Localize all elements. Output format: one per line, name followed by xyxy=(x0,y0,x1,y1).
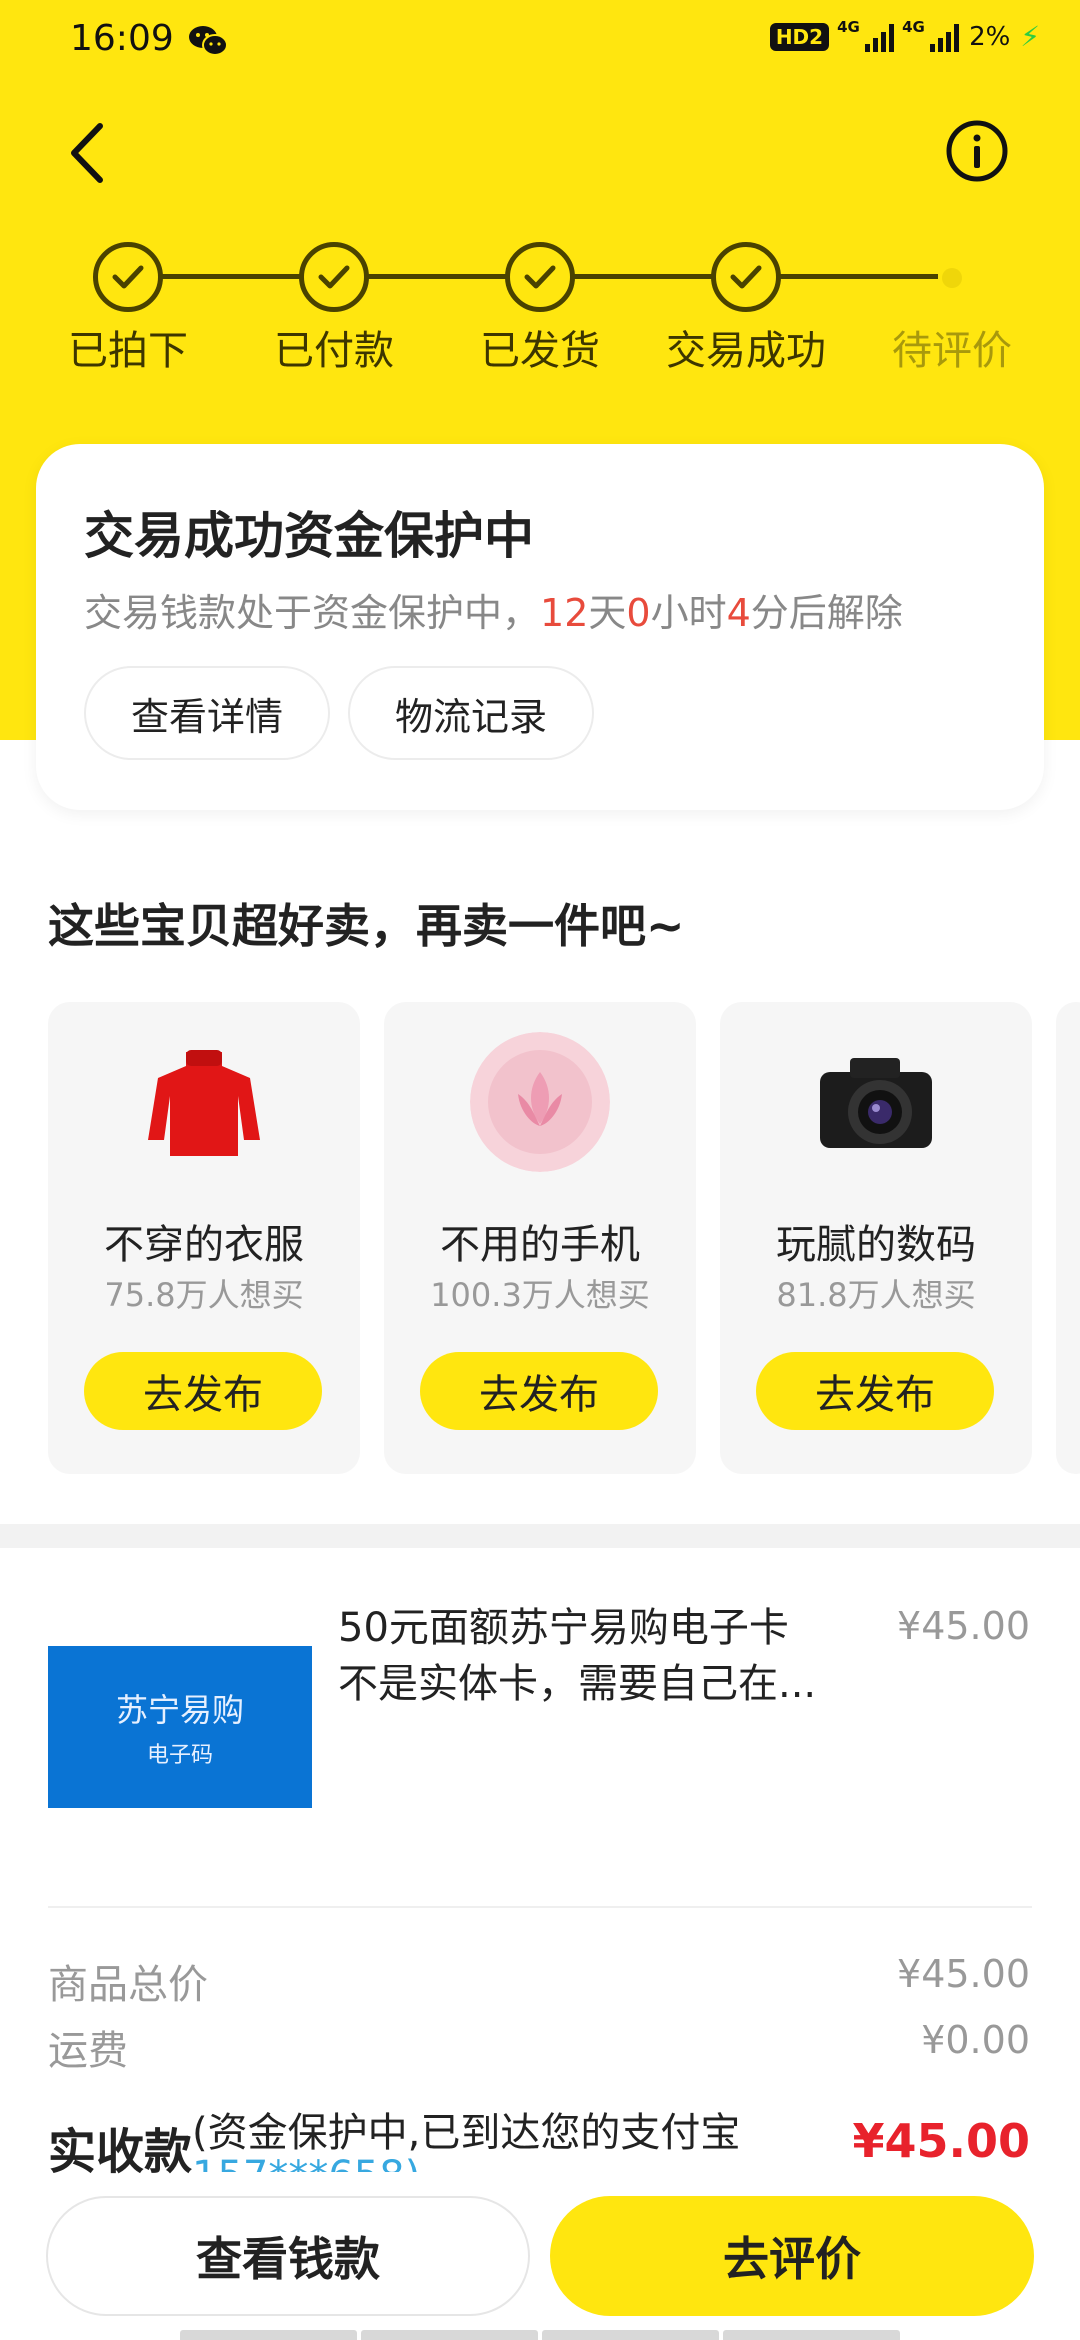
divider xyxy=(48,1906,1032,1908)
card-title: 交易成功资金保护中 xyxy=(84,507,534,565)
publish-button[interactable]: 去发布 xyxy=(84,1352,322,1430)
step-label: 已拍下 xyxy=(68,328,188,374)
promo-name: 不穿的衣服 xyxy=(104,1222,304,1268)
phone-image xyxy=(470,1032,610,1172)
bottom-action-bar: 查看钱款 去评价 xyxy=(0,2176,1080,2340)
battery-level: 2% xyxy=(969,21,1011,52)
publish-button[interactable]: 去发布 xyxy=(420,1352,658,1430)
step-check-icon xyxy=(711,242,781,312)
section-divider xyxy=(0,1524,1080,1548)
promo-card[interactable]: 不穿的衣服 75.8万人想买 去发布 xyxy=(48,1002,360,1474)
promo-card[interactable]: 不用的手机 100.3万人想买 去发布 xyxy=(384,1002,696,1474)
received-value: ¥45.00 xyxy=(852,2114,1030,2168)
publish-button[interactable]: 去发布 xyxy=(756,1352,994,1430)
step-check-icon xyxy=(505,242,575,312)
total-label: 商品总价 xyxy=(48,1962,208,2008)
step-check-icon xyxy=(299,242,369,312)
step-label: 交易成功 xyxy=(666,328,826,374)
protection-countdown: 交易钱款处于资金保护中，12天0小时4分后解除 xyxy=(84,591,903,635)
fund-protection-card: 交易成功资金保护中 交易钱款处于资金保护中，12天0小时4分后解除 查看详情 物… xyxy=(36,444,1044,810)
shipping-value: ¥0.00 xyxy=(921,2018,1030,2062)
logistics-record-button[interactable]: 物流记录 xyxy=(348,666,594,760)
step-pending-dot xyxy=(942,268,962,288)
wechat-icon xyxy=(189,26,228,56)
promo-name: 玩腻的数码 xyxy=(776,1222,976,1268)
promo-count: 75.8万人想买 xyxy=(104,1276,304,1314)
product-thumbnail[interactable]: 苏宁易购 电子码 xyxy=(48,1646,312,1808)
step-label: 待评价 xyxy=(892,328,1012,374)
signal-icon: 4G xyxy=(902,18,960,52)
promo-name: 不用的手机 xyxy=(440,1222,640,1268)
gesture-bar xyxy=(180,2330,900,2340)
total-value: ¥45.00 xyxy=(897,1952,1030,1996)
chevron-left-icon xyxy=(71,123,103,183)
bolt-icon: ⚡ xyxy=(1020,20,1040,53)
step-check-icon xyxy=(93,242,163,312)
sweater-image xyxy=(134,1032,274,1172)
signal-icon: 4G xyxy=(837,18,895,52)
view-money-button[interactable]: 查看钱款 xyxy=(46,2196,530,2316)
received-label: 实收款 xyxy=(48,2124,193,2180)
status-indicators: HD2 4G 4G 2% ⚡ xyxy=(769,18,1040,53)
promo-card-partial[interactable] xyxy=(1056,1002,1080,1474)
view-details-button[interactable]: 查看详情 xyxy=(84,666,330,760)
status-bar: 16:09 HD2 4G 4G 2% ⚡ xyxy=(0,0,1080,84)
net-type-label: 4G xyxy=(837,17,860,36)
status-time: 16:09 xyxy=(70,18,174,59)
product-price: ¥45.00 xyxy=(897,1604,1030,1648)
hd-badge: HD2 xyxy=(769,22,830,51)
camera-image xyxy=(806,1032,946,1172)
shipping-label: 运费 xyxy=(48,2028,128,2074)
promo-title: 这些宝贝超好卖，再卖一件吧~ xyxy=(48,899,685,953)
promo-card[interactable]: 玩腻的数码 81.8万人想买 去发布 xyxy=(720,1002,1032,1474)
info-button[interactable] xyxy=(944,118,1010,184)
info-circle-icon xyxy=(946,120,1008,182)
thumb-subtitle: 电子码 xyxy=(146,1743,213,1768)
net-type-label: 4G xyxy=(902,17,925,36)
alipay-account: 157***658) xyxy=(192,2150,420,2172)
order-progress: 已拍下 已付款 已发货 交易成功 待评价 xyxy=(0,238,1080,378)
back-button[interactable] xyxy=(60,118,116,188)
product-title[interactable]: 50元面额苏宁易购电子卡 不是实体卡，需要自己在... xyxy=(338,1600,878,1712)
promo-count: 100.3万人想买 xyxy=(430,1276,650,1314)
step-label: 已付款 xyxy=(274,328,394,374)
go-review-button[interactable]: 去评价 xyxy=(550,2196,1034,2316)
step-label: 已发货 xyxy=(480,328,600,374)
thumb-title: 苏宁易购 xyxy=(115,1691,244,1729)
promo-count: 81.8万人想买 xyxy=(776,1276,976,1314)
